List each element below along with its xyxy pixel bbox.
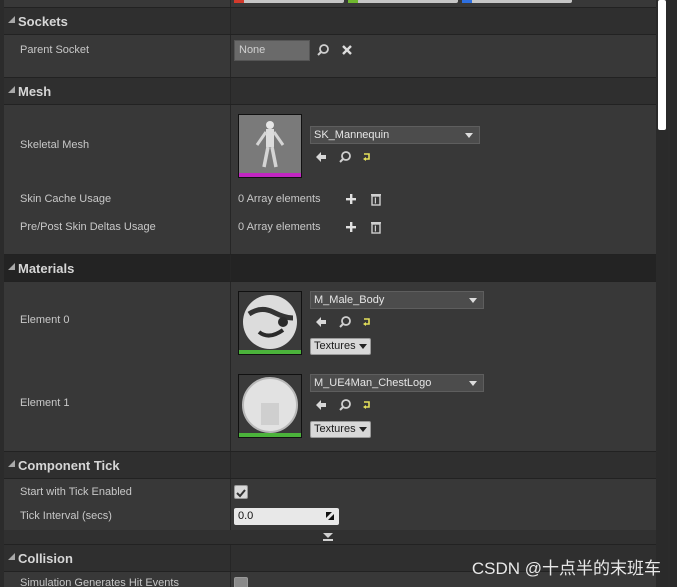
- color-chip-blue[interactable]: [462, 0, 572, 3]
- browse-search-icon[interactable]: [338, 150, 352, 164]
- clear-icon[interactable]: [340, 43, 354, 57]
- element1-textures-button[interactable]: Textures: [310, 421, 371, 438]
- browse-search-icon[interactable]: [338, 398, 352, 412]
- collapse-triangle-icon[interactable]: [8, 86, 15, 93]
- expand-advanced-icon: [323, 533, 333, 541]
- use-selected-arrow-icon[interactable]: [314, 150, 328, 164]
- color-chip-red[interactable]: [234, 0, 344, 3]
- watermark: CSDN @十点半的末班车: [471, 559, 661, 578]
- skin-deltas-value: 0 Array elements: [238, 221, 321, 233]
- use-selected-arrow-icon[interactable]: [314, 398, 328, 412]
- textures-label: Textures: [314, 423, 356, 435]
- category-title: Materials: [18, 261, 75, 276]
- tick-interval-value: 0.0: [238, 510, 254, 522]
- scrollbar-thumb[interactable]: [658, 0, 666, 130]
- tick-interval-field[interactable]: 0.0: [234, 508, 339, 525]
- skin-cache-label: Skin Cache Usage: [20, 193, 112, 205]
- category-title: Sockets: [18, 14, 68, 29]
- element1-value: M_UE4Man_ChestLogo: [314, 377, 432, 389]
- textures-label: Textures: [314, 340, 356, 352]
- advanced-expander[interactable]: [4, 530, 656, 544]
- chevron-down-icon: [358, 426, 367, 432]
- category-title: Collision: [18, 551, 73, 566]
- category-mesh[interactable]: Mesh: [4, 77, 656, 105]
- skin-deltas-label: Pre/Post Skin Deltas Usage: [20, 221, 156, 233]
- material-sphere-icon: [243, 295, 297, 349]
- asset-type-bar: [239, 350, 301, 354]
- reset-yellow-arrow-icon[interactable]: [360, 150, 374, 164]
- top-strip: [4, 0, 656, 7]
- details-panel: Sockets Parent Socket None Mesh Skeletal…: [4, 0, 668, 587]
- checkmark-icon: [236, 489, 246, 498]
- category-title: Mesh: [18, 84, 52, 99]
- material-sphere-icon: [242, 377, 298, 433]
- divider: [230, 78, 231, 104]
- divider: [230, 255, 231, 281]
- element0-label: Element 0: [20, 314, 70, 326]
- skeletal-mesh-thumbnail[interactable]: [238, 114, 302, 178]
- category-materials[interactable]: Materials: [4, 254, 656, 282]
- divider: [230, 8, 231, 34]
- parent-socket-field[interactable]: None: [234, 40, 310, 61]
- skeletal-mesh-value: SK_Mannequin: [314, 129, 390, 141]
- chevron-down-icon: [469, 298, 477, 303]
- asset-type-bar: [239, 173, 301, 177]
- divider: [230, 452, 231, 478]
- reset-yellow-arrow-icon[interactable]: [360, 398, 374, 412]
- skeletal-mesh-dropdown[interactable]: SK_Mannequin: [310, 126, 480, 144]
- sim-hit-checkbox[interactable]: [234, 577, 248, 587]
- element1-dropdown[interactable]: M_UE4Man_ChestLogo: [310, 374, 484, 392]
- collapse-triangle-icon[interactable]: [8, 263, 15, 270]
- skin-cache-value: 0 Array elements: [238, 193, 321, 205]
- element0-dropdown[interactable]: M_Male_Body: [310, 291, 484, 309]
- asset-type-bar: [239, 433, 301, 437]
- element0-value: M_Male_Body: [314, 294, 385, 306]
- browse-search-icon[interactable]: [338, 315, 352, 329]
- color-chip-green[interactable]: [348, 0, 458, 3]
- divider: [230, 545, 231, 571]
- use-selected-arrow-icon[interactable]: [314, 315, 328, 329]
- element0-thumbnail[interactable]: [238, 291, 302, 355]
- chevron-down-icon: [358, 343, 367, 349]
- element1-thumbnail[interactable]: [238, 374, 302, 438]
- trash-icon[interactable]: [369, 220, 383, 234]
- chevron-down-icon: [469, 381, 477, 386]
- add-icon[interactable]: [344, 192, 358, 206]
- reset-yellow-arrow-icon[interactable]: [360, 315, 374, 329]
- mannequin-icon: [239, 115, 301, 173]
- category-sockets[interactable]: Sockets: [4, 7, 656, 35]
- chevron-down-icon: [465, 133, 473, 138]
- element0-textures-button[interactable]: Textures: [310, 338, 371, 355]
- category-component-tick[interactable]: Component Tick: [4, 451, 656, 479]
- trash-icon[interactable]: [369, 192, 383, 206]
- drag-arrows-icon: [326, 512, 334, 520]
- start-tick-label: Start with Tick Enabled: [20, 486, 132, 498]
- collapse-triangle-icon[interactable]: [8, 553, 15, 560]
- search-icon[interactable]: [316, 43, 330, 57]
- element1-label: Element 1: [20, 397, 70, 409]
- sim-hit-label: Simulation Generates Hit Events: [20, 577, 179, 587]
- add-icon[interactable]: [344, 220, 358, 234]
- start-tick-checkbox[interactable]: [234, 485, 248, 499]
- category-title: Component Tick: [18, 458, 120, 473]
- skeletal-mesh-label: Skeletal Mesh: [20, 139, 90, 151]
- parent-socket-label: Parent Socket: [20, 44, 90, 56]
- tick-interval-label: Tick Interval (secs): [20, 510, 112, 522]
- collapse-triangle-icon[interactable]: [8, 16, 15, 23]
- collapse-triangle-icon[interactable]: [8, 460, 15, 467]
